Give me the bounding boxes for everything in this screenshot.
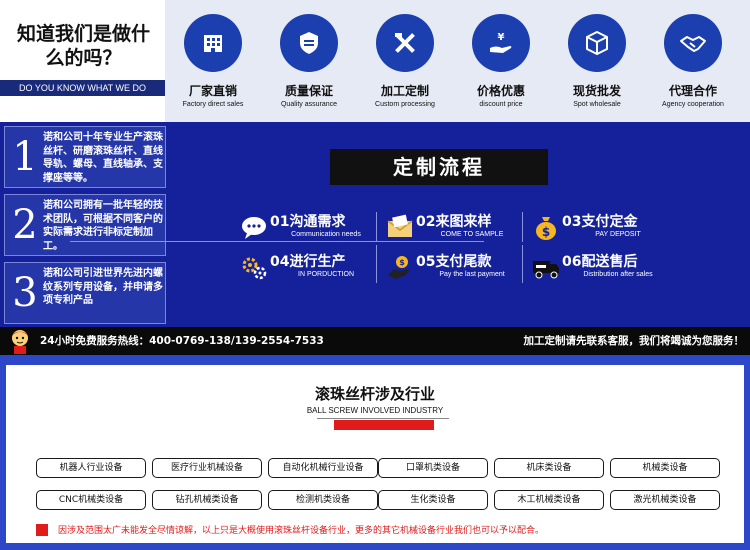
industry-tag: 生化类设备 bbox=[378, 490, 488, 510]
feature-item: 代理合作 Agency cooperation bbox=[645, 14, 741, 108]
process-divider bbox=[522, 245, 523, 283]
chat-icon bbox=[242, 217, 266, 239]
factory-icon bbox=[184, 14, 242, 72]
process-step: 04进行生产 IN PORDUCTION bbox=[240, 251, 380, 285]
feature-label-en: Factory direct sales bbox=[182, 101, 244, 108]
industry-tag: 机器人行业设备 bbox=[36, 458, 146, 478]
industry-tag: 机械类设备 bbox=[610, 458, 720, 478]
process-divider bbox=[376, 212, 377, 242]
feature-item: ¥ 价格优惠 discount price bbox=[453, 14, 549, 108]
feature-item: 现货批发 Spot wholesale bbox=[549, 14, 645, 108]
advantages-list: 1 诺和公司十年专业生产滚珠丝杆、研磨滚珠丝杆、直线导轨、螺母、直线轴承、支撑座… bbox=[0, 122, 168, 327]
delivery-truck-icon bbox=[533, 261, 559, 279]
process-step: 01沟通需求 Communication needs bbox=[240, 211, 380, 245]
process-step: $ 03支付定金 PAY DEPOSIT bbox=[532, 211, 672, 245]
feature-label: 价格优惠 bbox=[476, 84, 525, 98]
tools-icon bbox=[376, 14, 434, 72]
title-underline bbox=[317, 418, 449, 419]
feature-label-en: Agency cooperation bbox=[662, 101, 724, 108]
process-divider bbox=[522, 212, 523, 242]
industry-tag: 口罩机类设备 bbox=[378, 458, 488, 478]
feature-label-en: Spot wholesale bbox=[573, 101, 621, 108]
hotline-bar: 24小时免费服务热线：400-0769-138/139-2554-7533 加工… bbox=[0, 327, 750, 355]
industry-subtitle: BALL SCREW INVOLVED INDUSTRY bbox=[306, 406, 444, 415]
hotline-message: 加工定制请先联系客服，我们将竭诚为您服务！ bbox=[523, 335, 745, 347]
feature-label-en: discount price bbox=[479, 101, 523, 108]
handshake-icon bbox=[664, 14, 722, 72]
feature-item: 质量保证 Quality assurance bbox=[261, 14, 357, 108]
process-step: 02来图来样 COME TO SAMPLE bbox=[386, 211, 526, 245]
mascot-icon bbox=[12, 330, 28, 354]
feature-item: 厂家直销 Factory direct sales bbox=[165, 14, 261, 108]
advantage-text: 诺和公司十年专业生产滚珠丝杆、研磨滚珠丝杆、直线导轨、螺母、直线轴承、支撑座等等… bbox=[43, 132, 163, 184]
advantage-text: 诺和公司引进世界先进内螺纹系列专用设备，并申请多项专利产品 bbox=[43, 268, 163, 306]
svg-text:¥: ¥ bbox=[498, 32, 505, 43]
hotline-phone: 24小时免费服务热线：400-0769-138/139-2554-7533 bbox=[40, 335, 324, 347]
industry-card: 滚珠丝杆涉及行业 BALL SCREW INVOLVED INDUSTRY 机器… bbox=[6, 365, 744, 543]
advantage-item: 3 诺和公司引进世界先进内螺纹系列专用设备，并申请多项专利产品 bbox=[4, 262, 166, 324]
industry-tag: 自动化机械行业设备 bbox=[268, 458, 378, 478]
feature-label-en: Custom processing bbox=[375, 101, 435, 108]
industry-note: 因涉及范围太广未能发全尽情谅解，以上只是大概使用滚珠丝杆设备行业，更多的其它机械… bbox=[58, 526, 545, 536]
industry-tag: CNC机械类设备 bbox=[36, 490, 146, 510]
intro-section: 知道我们是做什 么的吗？ DO YOU KNOW WHAT WE DO 厂家直销… bbox=[0, 0, 750, 122]
advantage-number: 2 bbox=[12, 202, 38, 248]
gears-icon bbox=[242, 257, 267, 280]
yen-hand-icon: ¥ bbox=[472, 14, 530, 72]
coin-hand-icon: $ bbox=[388, 256, 410, 279]
intro-subtitle: DO YOU KNOW WHAT WE DO bbox=[0, 80, 165, 96]
process-section: 1 诺和公司十年专业生产滚珠丝杆、研磨滚珠丝杆、直线导轨、螺母、直线轴承、支撑座… bbox=[0, 122, 750, 327]
advantage-item: 1 诺和公司十年专业生产滚珠丝杆、研磨滚珠丝杆、直线导轨、螺母、直线轴承、支撑座… bbox=[4, 126, 166, 188]
feature-label-en: Quality assurance bbox=[280, 101, 338, 108]
features-panel: 厂家直销 Factory direct sales 质量保证 Quality a… bbox=[165, 0, 750, 122]
industry-tag: 木工机械类设备 bbox=[494, 490, 604, 510]
advantage-number: 1 bbox=[12, 134, 38, 180]
feature-label: 厂家直销 bbox=[188, 84, 237, 98]
feature-label: 现货批发 bbox=[572, 84, 621, 98]
industry-tag: 医疗行业机械设备 bbox=[152, 458, 262, 478]
industry-tag: 钻孔机械类设备 bbox=[152, 490, 262, 510]
process-panel: 定制流程 01沟通需求 Communication needs 02来图来样 C… bbox=[168, 122, 750, 327]
feature-label: 加工定制 bbox=[380, 84, 429, 98]
industry-tag: 检测机类设备 bbox=[268, 490, 378, 510]
process-step: 06配送售后 Distribution after sales bbox=[532, 251, 672, 285]
advantage-item: 2 诺和公司拥有一批年轻的技术团队，可根据不同客户的实际需求进行非标定制加工。 bbox=[4, 194, 166, 256]
process-title: 定制流程 bbox=[330, 149, 548, 185]
advantage-number: 3 bbox=[12, 270, 38, 316]
process-step: $ 05支付尾款 Pay the last payment bbox=[386, 251, 526, 285]
shield-icon bbox=[280, 14, 338, 72]
feature-label: 代理合作 bbox=[668, 84, 717, 98]
svg-text:$: $ bbox=[399, 258, 405, 267]
box-icon bbox=[568, 14, 626, 72]
intro-panel: 知道我们是做什 么的吗？ DO YOU KNOW WHAT WE DO bbox=[0, 0, 165, 122]
industry-section: 滚珠丝杆涉及行业 BALL SCREW INVOLVED INDUSTRY 机器… bbox=[0, 355, 750, 550]
title-accent-bar bbox=[334, 420, 434, 430]
process-divider bbox=[70, 241, 484, 242]
industry-tag: 激光机械类设备 bbox=[610, 490, 720, 510]
money-bag-icon: $ bbox=[536, 217, 556, 240]
industry-title: 滚珠丝杆涉及行业 bbox=[314, 385, 435, 403]
envelope-icon bbox=[387, 214, 413, 237]
note-marker bbox=[36, 524, 48, 536]
feature-label: 质量保证 bbox=[284, 84, 333, 98]
svg-text:$: $ bbox=[542, 225, 550, 239]
industry-tag: 机床类设备 bbox=[494, 458, 604, 478]
intro-title: 知道我们是做什 么的吗？ bbox=[16, 23, 150, 69]
feature-item: 加工定制 Custom processing bbox=[357, 14, 453, 108]
advantage-text: 诺和公司拥有一批年轻的技术团队，可根据不同客户的实际需求进行非标定制加工。 bbox=[43, 200, 163, 252]
process-divider bbox=[376, 245, 377, 283]
